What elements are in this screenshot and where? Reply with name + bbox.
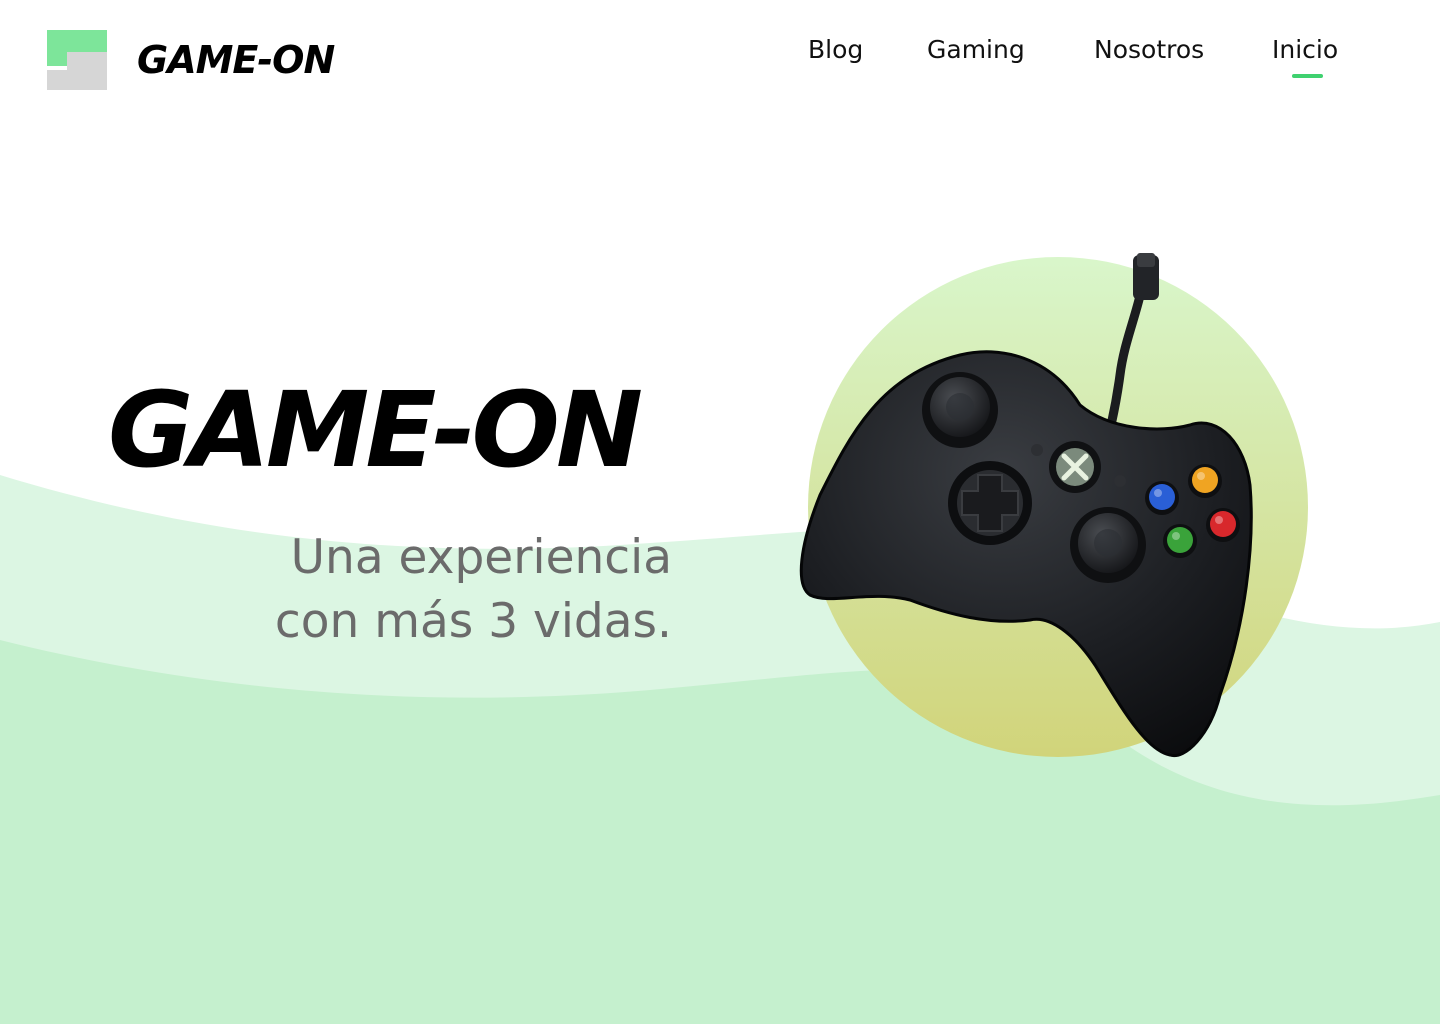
a-button bbox=[1167, 527, 1193, 553]
b-button bbox=[1210, 511, 1236, 537]
nav-item-inicio[interactable]: Inicio bbox=[1272, 34, 1338, 66]
hero-subtitle-line-2: con más 3 vidas. bbox=[274, 594, 672, 649]
landing-page: GAME-ON Blog Gaming Nosotros Inicio GAME… bbox=[0, 0, 1440, 1024]
x-button bbox=[1149, 484, 1175, 510]
hero-title: GAME-ON bbox=[108, 369, 643, 491]
nav-item-nosotros[interactable]: Nosotros bbox=[1094, 34, 1204, 66]
nav-active-indicator bbox=[1292, 74, 1323, 78]
nav-item-blog[interactable]: Blog bbox=[808, 34, 863, 66]
hero-subtitle-line-1: Una experiencia bbox=[290, 530, 672, 585]
brand-name[interactable]: GAME-ON bbox=[137, 36, 335, 84]
y-button bbox=[1192, 467, 1218, 493]
game-controller-icon bbox=[799, 253, 1308, 758]
hero-subtitle: Una experiencia con más 3 vidas. bbox=[192, 526, 672, 654]
nav-item-gaming[interactable]: Gaming bbox=[927, 34, 1025, 66]
stacked-blocks-logo-icon[interactable] bbox=[47, 30, 107, 90]
